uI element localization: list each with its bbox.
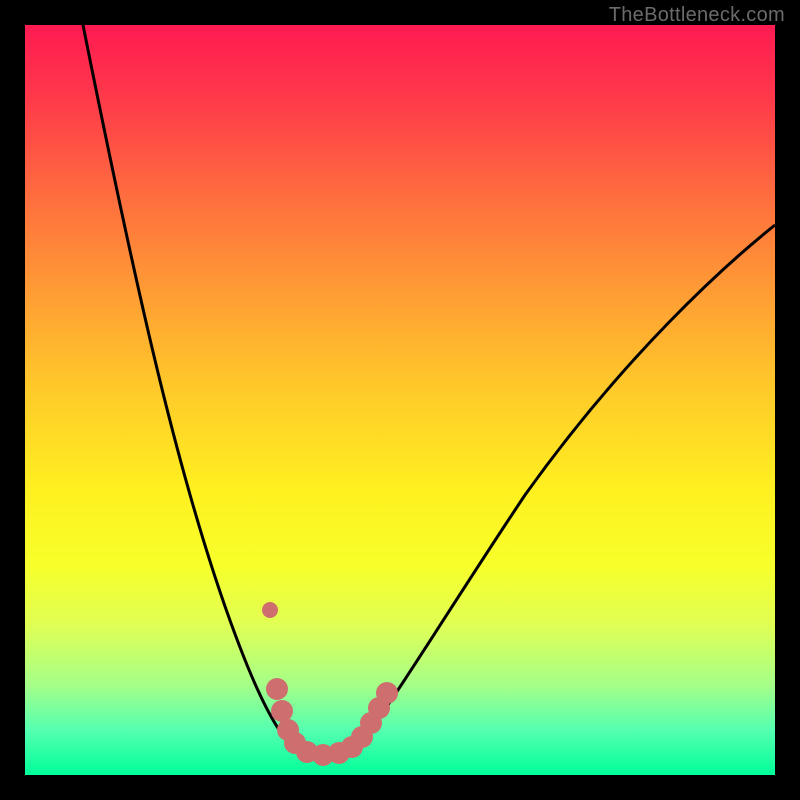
curve-marker xyxy=(262,602,278,618)
curve-left-branch xyxy=(83,25,293,747)
curve-marker xyxy=(266,678,288,700)
curve-right-branch xyxy=(357,225,775,747)
curve-marker xyxy=(376,682,398,704)
curve-marker xyxy=(271,700,293,722)
bottleneck-curve xyxy=(25,25,775,775)
watermark-text: TheBottleneck.com xyxy=(609,4,785,27)
chart-area xyxy=(25,25,775,775)
curve-markers xyxy=(262,602,398,766)
